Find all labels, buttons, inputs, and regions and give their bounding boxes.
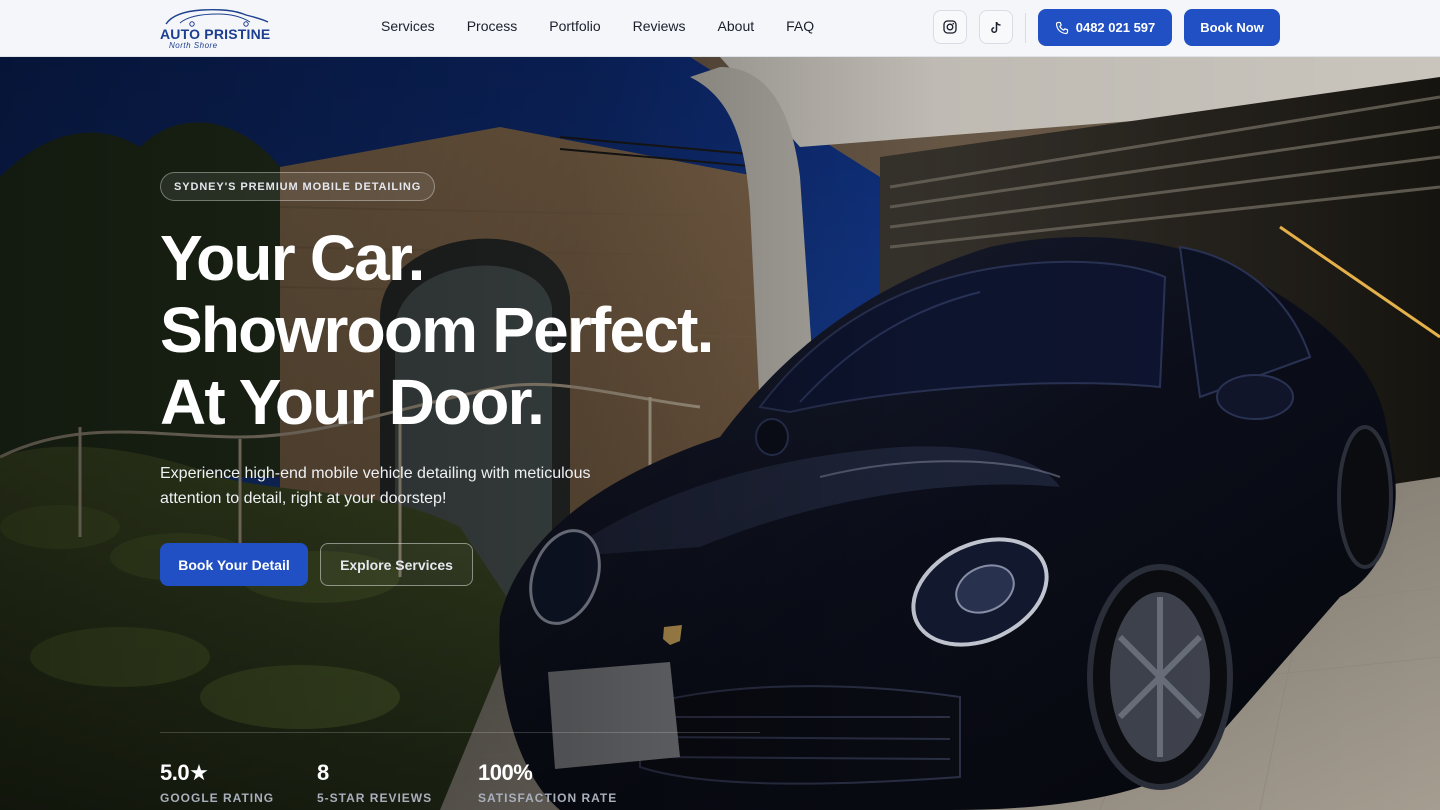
stat-value: 8 bbox=[317, 760, 329, 785]
nav-link-about[interactable]: About bbox=[718, 18, 755, 34]
stat-label: SATISFACTION RATE bbox=[478, 791, 618, 805]
instagram-button[interactable] bbox=[933, 10, 967, 44]
headline-line-1: Your Car. bbox=[160, 222, 425, 294]
brand-tagline: North Shore bbox=[169, 41, 218, 50]
brand-logo[interactable]: AUTO PRISTINE North Shore bbox=[160, 7, 272, 51]
stat-value: 5.0★ bbox=[160, 760, 209, 785]
brand-name: AUTO PRISTINE bbox=[160, 26, 271, 42]
instagram-icon bbox=[943, 20, 957, 34]
stat-satisfaction-rate: 100% SATISFACTION RATE bbox=[478, 760, 617, 805]
nav-link-services[interactable]: Services bbox=[381, 18, 435, 34]
stat-value: 100% bbox=[478, 760, 533, 785]
nav-link-portfolio[interactable]: Portfolio bbox=[549, 18, 600, 34]
explore-services-button[interactable]: Explore Services bbox=[320, 543, 473, 586]
stat-label: GOOGLE RATING bbox=[160, 791, 275, 805]
stats-divider bbox=[160, 732, 760, 733]
tiktok-icon bbox=[991, 21, 1001, 33]
stat-google-rating: 5.0★ GOOGLE RATING bbox=[160, 760, 274, 805]
site-header: AUTO PRISTINE North Shore Services Proce… bbox=[0, 0, 1440, 57]
hero-subtitle: Experience high-end mobile vehicle detai… bbox=[160, 465, 591, 507]
book-your-detail-button[interactable]: Book Your Detail bbox=[160, 543, 308, 586]
phone-number: 0482 021 597 bbox=[1075, 20, 1156, 35]
main-menu: Services Process Portfolio Reviews About… bbox=[381, 18, 814, 34]
car-logo-icon bbox=[165, 8, 269, 27]
nav-link-process[interactable]: Process bbox=[467, 18, 518, 34]
book-now-button[interactable]: Book Now bbox=[1184, 9, 1280, 46]
stat-label: 5-STAR REVIEWS bbox=[317, 791, 433, 805]
hero-badge: SYDNEY'S PREMIUM MOBILE DETAILING bbox=[160, 172, 436, 201]
hero-headline: Your Car. Showroom Perfect. At Your Door… bbox=[160, 222, 714, 438]
headline-line-3: At Your Door. bbox=[160, 366, 545, 438]
tiktok-button[interactable] bbox=[979, 10, 1013, 44]
headline-line-2: Showroom Perfect. bbox=[160, 294, 714, 366]
nav-link-faq[interactable]: FAQ bbox=[786, 18, 814, 34]
stat-five-star-reviews: 8 5-STAR REVIEWS bbox=[317, 760, 432, 805]
phone-icon bbox=[1055, 21, 1068, 34]
nav-divider bbox=[1025, 13, 1026, 43]
call-button[interactable]: 0482 021 597 bbox=[1038, 9, 1172, 46]
nav-link-reviews[interactable]: Reviews bbox=[633, 18, 686, 34]
